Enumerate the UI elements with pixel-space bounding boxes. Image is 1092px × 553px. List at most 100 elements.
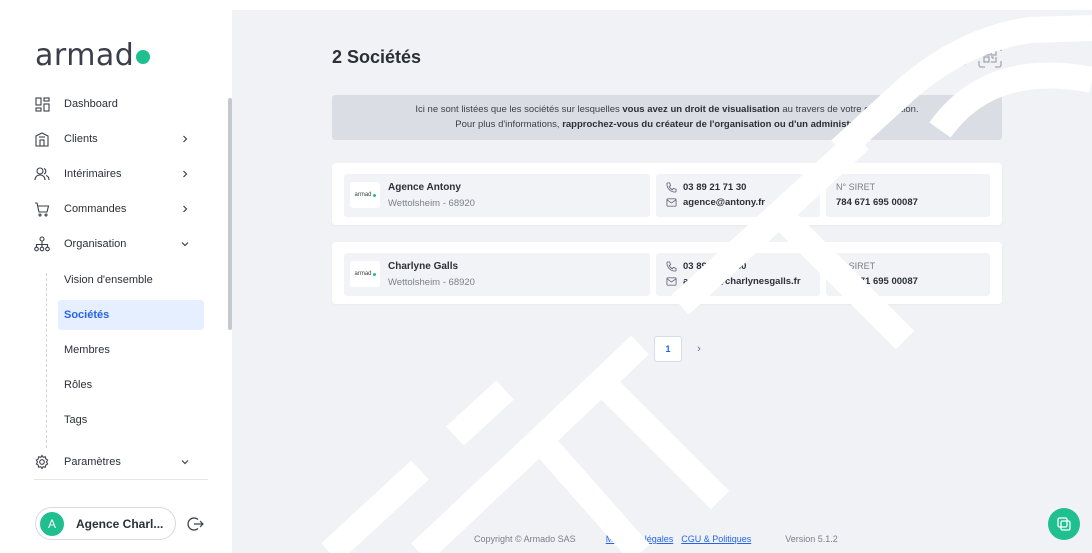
subitem-label: Membres (64, 344, 110, 356)
chevron-down-icon (178, 237, 192, 251)
avatar: A (40, 511, 64, 536)
chevron-down-icon (178, 455, 192, 469)
sidebar-item-label: Organisation (64, 238, 127, 250)
email-text: agence@antony.fr (683, 197, 765, 208)
phone-icon (666, 261, 677, 272)
sidebar-scrollbar[interactable] (228, 98, 232, 330)
siret-value: 784 671 695 00087 (836, 276, 918, 287)
company-contact-cell: 03 89 21 71 30 agence@charlynesgalls.fr (656, 253, 820, 296)
account-switcher[interactable]: A Agence Charl... (35, 507, 176, 540)
company-contact-cell: 03 89 21 71 30 agence@antony.fr (656, 174, 820, 217)
chevron-right-icon (178, 132, 192, 146)
mail-icon (666, 277, 677, 286)
sidebar-subitem-roles[interactable]: Rôles (58, 370, 204, 400)
gear-icon (34, 454, 50, 470)
company-logo: armad (350, 261, 380, 287)
company-identity-cell: armad Charlyne Galls Wettolsheim - 68920 (344, 253, 650, 296)
sidebar-item-label: Paramètres (64, 456, 121, 468)
banner-line-2: Pour plus d'informations, rapprochez-vou… (332, 117, 1002, 132)
company-logo-text: armad (354, 271, 372, 277)
help-chat-button[interactable] (1048, 508, 1080, 540)
dashboard-icon (34, 96, 50, 112)
building-icon (34, 131, 50, 147)
subitem-label: Rôles (64, 379, 93, 391)
sidebar-item-commandes[interactable]: Commandes (34, 197, 194, 221)
sidebar-item-organisation[interactable]: Organisation (34, 232, 194, 256)
pagination: ‹ 1 › (628, 336, 708, 362)
company-logo: armad (350, 182, 380, 208)
logo-dot (372, 193, 376, 197)
chat-icon (1057, 517, 1071, 531)
banner-line-1: Ici ne sont listées que les sociétés sur… (332, 102, 1002, 117)
company-logo-text: armad (354, 192, 372, 198)
company-email[interactable]: agence@charlynesgalls.fr (666, 276, 801, 287)
prev-page-button[interactable]: ‹ (628, 340, 646, 358)
sidebar-item-parametres[interactable]: Paramètres (34, 450, 194, 474)
footer: Copyright © Armado SAS Mentions légales … (474, 534, 838, 544)
company-identity-cell: armad Agence Antony Wettolsheim - 68920 (344, 174, 650, 217)
siret-label: N° SIRET (836, 182, 876, 192)
phone-text: 03 89 21 71 30 (683, 182, 747, 193)
sidebar-item-dashboard[interactable]: Dashboard (34, 92, 194, 116)
info-banner: Ici ne sont listées que les sociétés sur… (332, 95, 1002, 140)
logo-dot (136, 50, 151, 64)
chevron-right-icon (178, 202, 192, 216)
banner-text: Pour plus d'informations, (455, 119, 563, 130)
company-name: Charlyne Galls (388, 261, 459, 272)
mail-icon (666, 198, 677, 207)
sidebar: armad Dashboard Clients Intérimaires Com… (0, 10, 232, 553)
siret-label: N° SIRET (836, 261, 876, 271)
subitem-label: Vision d'ensemble (64, 274, 153, 286)
phone-icon (666, 182, 677, 193)
sidebar-subitem-membres[interactable]: Membres (58, 335, 204, 365)
cgu-link[interactable]: CGU & Politiques (681, 534, 751, 544)
submenu-guide-line (46, 273, 47, 448)
company-phone[interactable]: 03 89 21 71 30 (666, 261, 746, 272)
subitem-label: Sociétés (64, 309, 110, 321)
banner-text-bold: rapprochez-vous du créateur de l'organis… (562, 119, 879, 130)
sidebar-item-label: Commandes (64, 203, 127, 215)
sidebar-subitem-vision[interactable]: Vision d'ensemble (58, 265, 204, 295)
page-title: 2 Sociétés (332, 47, 422, 67)
logo-dot (372, 272, 376, 276)
search-icon[interactable] (942, 42, 968, 68)
users-icon (34, 166, 50, 182)
banner-text-bold: vous avez un droit de visualisation (622, 104, 780, 115)
cart-icon (34, 201, 50, 217)
company-address: Wettolsheim - 68920 (388, 198, 475, 209)
company-name: Agence Antony (388, 182, 461, 193)
sidebar-item-label: Clients (64, 133, 98, 145)
banner-text: au travers de votre organisation. (779, 104, 919, 115)
company-phone[interactable]: 03 89 21 71 30 (666, 182, 746, 193)
subitem-label: Tags (64, 414, 88, 426)
email-text: agence@charlynesgalls.fr (683, 276, 801, 287)
sidebar-subitem-tags[interactable]: Tags (58, 405, 204, 435)
company-card[interactable]: armad Agence Antony Wettolsheim - 68920 … (332, 163, 1002, 225)
account-name: Agence Charl... (76, 516, 164, 531)
sidebar-divider (34, 479, 208, 480)
version-text: Version 5.1.2 (785, 534, 838, 544)
sidebar-subitem-societes[interactable]: Sociétés (58, 300, 204, 330)
qr-scan-icon[interactable] (977, 43, 1003, 69)
siret-value: 784 671 695 00087 (836, 197, 918, 208)
banner-text: Ici ne sont listées que les sociétés sur… (415, 104, 623, 115)
top-strip (0, 0, 1092, 10)
copyright-text: Copyright © Armado SAS (474, 534, 576, 544)
chevron-right-icon (178, 167, 192, 181)
company-address: Wettolsheim - 68920 (388, 277, 475, 288)
sidebar-item-interimaires[interactable]: Intérimaires (34, 162, 194, 186)
company-email[interactable]: agence@antony.fr (666, 197, 765, 208)
sidebar-item-clients[interactable]: Clients (34, 127, 194, 151)
company-siret-cell: N° SIRET 784 671 695 00087 (826, 253, 990, 296)
logout-icon[interactable] (186, 515, 204, 533)
company-siret-cell: N° SIRET 784 671 695 00087 (826, 174, 990, 217)
legal-link[interactable]: Mentions légales (606, 534, 674, 544)
next-page-button[interactable]: › (690, 340, 708, 358)
sidebar-item-label: Intérimaires (64, 168, 122, 180)
armado-logo[interactable]: armad (35, 38, 151, 73)
phone-text: 03 89 21 71 30 (683, 261, 747, 272)
page-number-button[interactable]: 1 (654, 336, 682, 362)
sidebar-item-label: Dashboard (64, 98, 118, 110)
company-card[interactable]: armad Charlyne Galls Wettolsheim - 68920… (332, 242, 1002, 304)
org-chart-icon (34, 236, 50, 252)
